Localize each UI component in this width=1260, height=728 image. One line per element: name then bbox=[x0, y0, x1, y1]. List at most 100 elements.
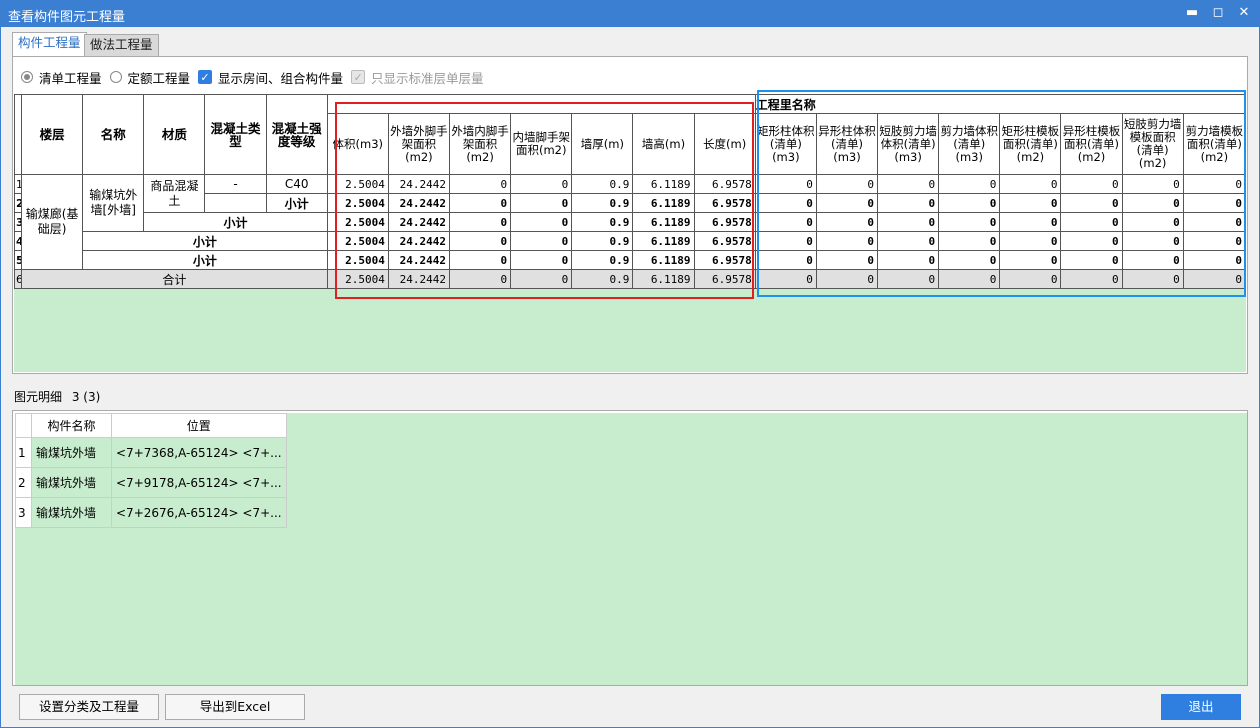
value-cell: 0 bbox=[510, 174, 573, 194]
detail-row-number: 1 bbox=[15, 437, 32, 468]
tab-component-qty[interactable]: 构件工程量 bbox=[12, 32, 87, 56]
value-cell: 0 bbox=[448, 250, 512, 270]
value-cell: 0 bbox=[1060, 212, 1123, 232]
value-cell: 0 bbox=[1060, 269, 1123, 289]
value-cell: 6.1189 bbox=[632, 231, 695, 251]
value-cell: 0 bbox=[877, 231, 940, 251]
detail-pos[interactable]: <7+2676,A-65124> <7+... bbox=[111, 497, 287, 528]
row-number: 5 bbox=[13, 250, 23, 270]
radio-icon[interactable] bbox=[109, 71, 122, 83]
header-concrete-grade: 混凝土强度等级 bbox=[265, 94, 328, 175]
value-cell: 0 bbox=[999, 174, 1062, 194]
table-row[interactable]: 3 输煤坑外墙 <7+2676,A-65124> <7+... bbox=[15, 497, 287, 528]
header-short-wall-form: 短肢剪力墙模板面积(清单)(m2) bbox=[1121, 113, 1184, 175]
detail-header: 图元明细 3 (3) bbox=[14, 388, 100, 405]
subtotal-label: 小计 bbox=[82, 250, 328, 270]
value-cell: 0 bbox=[448, 231, 512, 251]
value-cell: 0 bbox=[815, 174, 879, 194]
value-cell: 0 bbox=[754, 231, 817, 251]
value-cell: 0 bbox=[815, 212, 879, 232]
export-excel-button[interactable]: 导出到Excel bbox=[165, 694, 305, 720]
value-cell: 0 bbox=[1121, 193, 1184, 213]
value-cell: 6.9578 bbox=[693, 231, 756, 251]
minimize-icon[interactable]: ▬ bbox=[1180, 3, 1204, 23]
value-cell: 6.9578 bbox=[693, 269, 756, 289]
value-cell: 0 bbox=[1121, 269, 1184, 289]
detail-pos[interactable]: <7+7368,A-65124> <7+... bbox=[111, 437, 287, 468]
exit-button[interactable]: 退出 bbox=[1161, 694, 1241, 720]
value-cell: 6.1189 bbox=[632, 193, 695, 213]
detail-panel: 构件名称 位置 1 输煤坑外墙 <7+7368,A-65124> <7+... … bbox=[12, 410, 1248, 686]
value-cell: 0 bbox=[1060, 174, 1123, 194]
header-rect-col-volume: 矩形柱体积(清单)(m3) bbox=[754, 113, 817, 175]
value-cell: 0 bbox=[754, 174, 817, 194]
value-cell: 0 bbox=[1182, 193, 1247, 213]
value-cell: 0 bbox=[754, 212, 817, 232]
value-cell: 6.1189 bbox=[632, 212, 695, 232]
set-category-button[interactable]: 设置分类及工程量 bbox=[19, 694, 159, 720]
value-cell: 0 bbox=[999, 193, 1062, 213]
value-cell: 24.2442 bbox=[387, 174, 451, 194]
value-cell: 0 bbox=[1121, 250, 1184, 270]
tab-method-qty[interactable]: 做法工程量 bbox=[84, 34, 159, 56]
value-cell: 0 bbox=[754, 269, 817, 289]
value-cell: 0 bbox=[815, 269, 879, 289]
table-row[interactable]: 1 输煤坑外墙 <7+7368,A-65124> <7+... bbox=[15, 437, 287, 468]
value-cell: 0 bbox=[1060, 231, 1123, 251]
value-cell: 0 bbox=[999, 212, 1062, 232]
row-number: 4 bbox=[13, 231, 23, 251]
list-qty-label: 清单工程量 bbox=[39, 70, 102, 86]
value-cell: 0 bbox=[754, 193, 817, 213]
value-cell: 0 bbox=[815, 250, 879, 270]
maximize-icon[interactable]: ◻ bbox=[1206, 3, 1230, 23]
header-volume: 体积(m3) bbox=[326, 113, 389, 175]
value-cell: 0 bbox=[938, 212, 1001, 232]
detail-name[interactable]: 输煤坑外墙 bbox=[31, 437, 112, 468]
show-rooms-label: 显示房间、组合构件量 bbox=[218, 70, 344, 86]
value-cell: 0 bbox=[1121, 212, 1184, 232]
value-cell: 2.5004 bbox=[326, 231, 389, 251]
header-concrete-type: 混凝土类型 bbox=[204, 94, 267, 175]
detail-header-name: 构件名称 bbox=[31, 413, 112, 438]
value-cell: 0 bbox=[510, 269, 573, 289]
list-qty-option[interactable]: 清单工程量 bbox=[21, 68, 102, 87]
checkbox-checked-icon[interactable]: ✓ bbox=[198, 70, 213, 84]
checkbox-disabled-icon: ✓ bbox=[351, 70, 366, 84]
value-cell: 6.9578 bbox=[693, 250, 756, 270]
quota-qty-option[interactable]: 定额工程量 bbox=[109, 68, 191, 87]
detail-name[interactable]: 输煤坑外墙 bbox=[31, 467, 112, 498]
show-rooms-option[interactable]: ✓ 显示房间、组合构件量 bbox=[198, 68, 343, 87]
value-cell: 2.5004 bbox=[326, 212, 389, 232]
value-cell: 0 bbox=[448, 174, 512, 194]
quantity-grid-area: 楼层 名称 材质 混凝土类型 混凝土强度等级 工程里名称 体积(m3) 外墙外脚… bbox=[13, 94, 1247, 372]
detail-name[interactable]: 输煤坑外墙 bbox=[31, 497, 112, 528]
total-label: 合计 bbox=[21, 269, 328, 289]
radio-icon[interactable] bbox=[21, 71, 33, 83]
value-cell: 0 bbox=[877, 250, 940, 270]
value-cell: 0 bbox=[448, 193, 512, 213]
detail-row-number: 3 bbox=[15, 497, 32, 528]
header-shear-wall-volume: 剪力墙体积(清单)(m3) bbox=[938, 113, 1001, 175]
value-cell: 6.1189 bbox=[632, 250, 695, 270]
std-floor-label: 只显示标准层单层量 bbox=[371, 70, 484, 86]
detail-pos[interactable]: <7+9178,A-65124> <7+... bbox=[111, 467, 287, 498]
header-group-name: 工程里名称 bbox=[754, 94, 1247, 114]
value-cell: 0 bbox=[510, 212, 573, 232]
value-cell: 0 bbox=[1182, 212, 1247, 232]
value-cell: 0.9 bbox=[571, 212, 634, 232]
value-cell: 0 bbox=[938, 231, 1001, 251]
value-cell: 2.5004 bbox=[326, 250, 389, 270]
value-cell: 6.9578 bbox=[693, 212, 756, 232]
header-wall-thickness: 墙厚(m) bbox=[571, 113, 634, 175]
value-cell: 0 bbox=[754, 250, 817, 270]
value-cell: 24.2442 bbox=[387, 193, 451, 213]
quota-qty-label: 定额工程量 bbox=[127, 70, 191, 86]
header-short-wall-volume: 短肢剪力墙体积(清单)(m3) bbox=[877, 113, 940, 175]
detail-title: 图元明细 bbox=[14, 390, 63, 404]
value-cell: 6.9578 bbox=[693, 174, 756, 194]
value-cell: 0 bbox=[510, 250, 573, 270]
header-wall-height: 墙高(m) bbox=[632, 113, 695, 175]
table-row[interactable]: 2 输煤坑外墙 <7+9178,A-65124> <7+... bbox=[15, 467, 287, 498]
value-cell: 0 bbox=[1182, 250, 1247, 270]
close-icon[interactable]: ✕ bbox=[1232, 3, 1256, 23]
